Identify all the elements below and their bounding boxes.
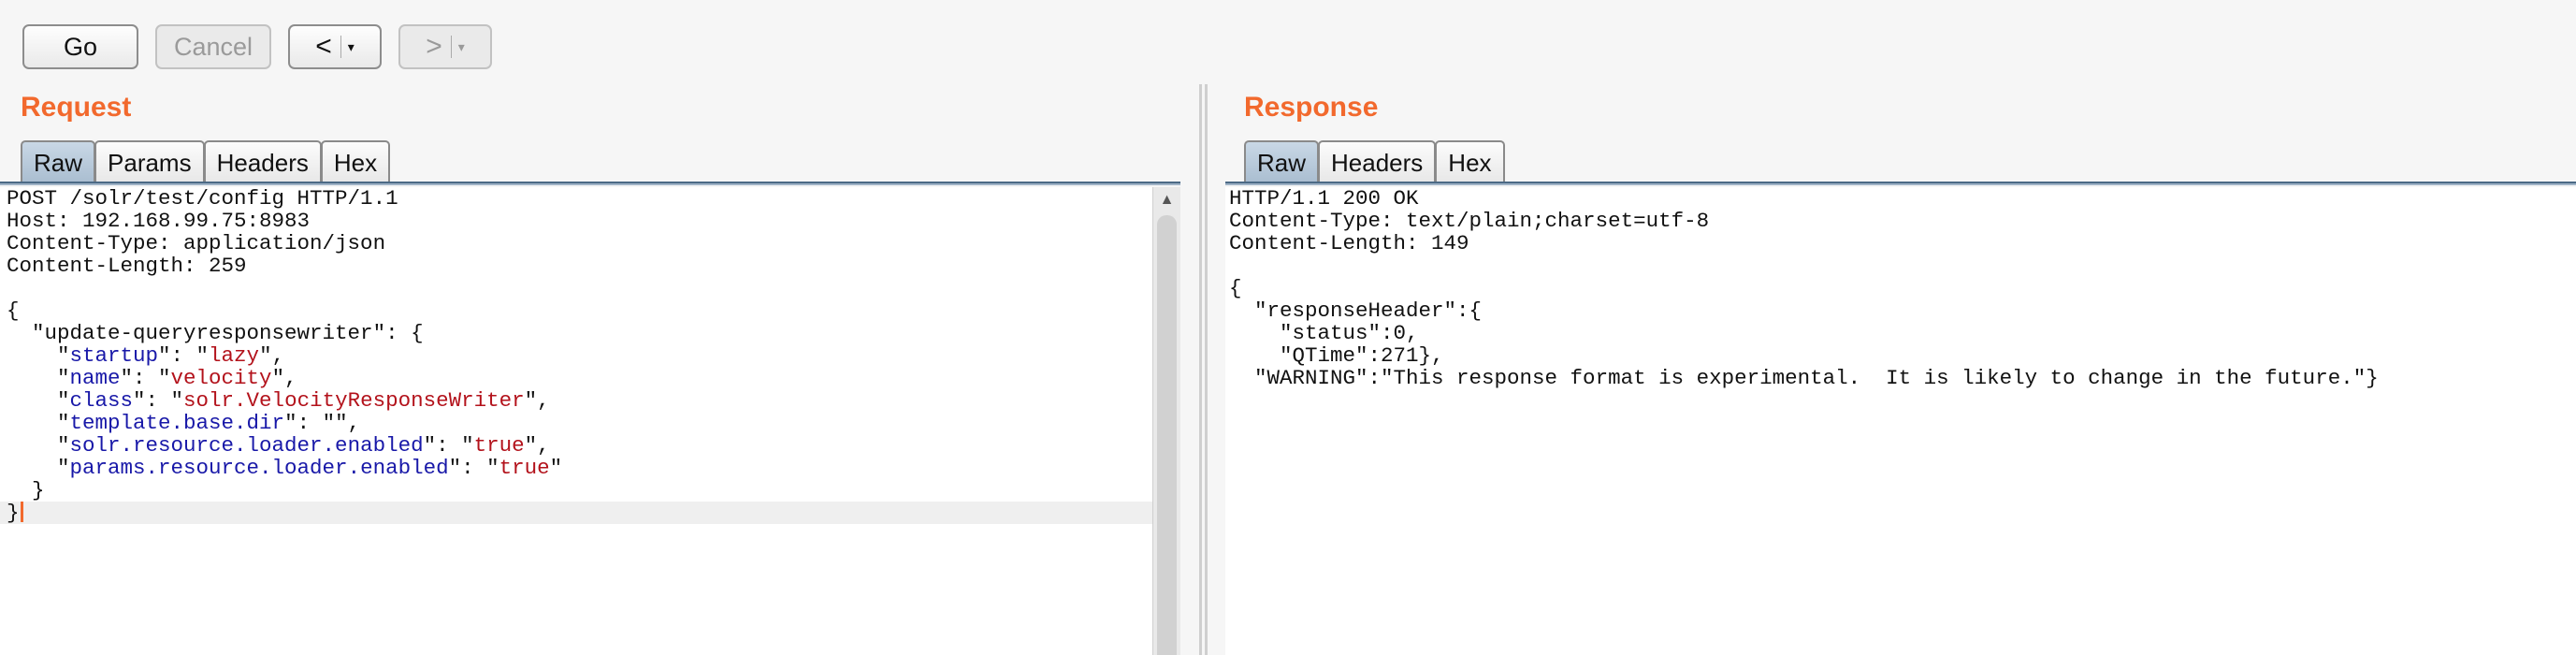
code-token: Content-Type: application/json	[7, 231, 386, 255]
response-pane: Response Raw Headers Hex HTTP/1.1 200 OK…	[1225, 84, 2576, 655]
code-token: ": "	[120, 366, 171, 390]
tab-request-headers[interactable]: Headers	[203, 140, 322, 183]
splitter-line	[1205, 84, 1208, 655]
history-back-button[interactable]: < ▾	[288, 24, 382, 69]
request-pane: Request Raw Params Headers Hex POST /sol…	[0, 84, 1180, 655]
code-token: true	[473, 433, 525, 458]
divider	[450, 36, 452, 58]
code-token: {	[7, 298, 20, 323]
request-tabs: Raw Params Headers Hex	[21, 140, 391, 183]
code-token: template.base.dir	[69, 411, 285, 435]
tab-request-raw[interactable]: Raw	[21, 140, 96, 183]
code-token: ": "	[423, 433, 474, 458]
code-token: "	[7, 366, 70, 390]
tab-request-hex[interactable]: Hex	[320, 140, 391, 183]
chevron-down-icon[interactable]: ▾	[348, 40, 355, 53]
code-token: solr.resource.loader.enabled	[69, 433, 424, 458]
chevron-right-icon: >	[426, 31, 442, 62]
code-token: Host: 192.168.99.75:8983	[7, 209, 311, 233]
code-token: lazy	[209, 343, 260, 368]
toolbar: Go Cancel < ▾ > ▾	[0, 0, 2576, 84]
request-scrollbar[interactable]: ▲	[1152, 187, 1180, 655]
code-token: ",	[259, 343, 285, 368]
code-token: name	[69, 366, 121, 390]
code-token: "	[7, 343, 70, 368]
request-line: "name": "velocity",	[0, 367, 1152, 389]
request-line: POST /solr/test/config HTTP/1.1	[0, 187, 1152, 210]
code-token: class	[69, 388, 134, 413]
request-line: Host: 192.168.99.75:8983	[0, 210, 1152, 232]
request-line: "params.resource.loader.enabled": "true"	[0, 457, 1152, 479]
request-line: }	[0, 479, 1152, 502]
code-token: "	[7, 411, 70, 435]
cancel-button[interactable]: Cancel	[155, 24, 271, 69]
code-token: velocity	[170, 366, 272, 390]
response-line: "QTime":271},	[1229, 343, 1444, 368]
response-line: "responseHeader":{	[1229, 298, 1483, 323]
response-line	[1225, 255, 2576, 277]
request-line	[0, 277, 1152, 299]
code-token: startup	[69, 343, 159, 368]
divider	[340, 36, 341, 58]
chevron-left-icon: <	[315, 31, 332, 62]
code-token: ",	[524, 433, 550, 458]
repeater-window: Go Cancel < ▾ > ▾ Request Raw Params Hea…	[0, 0, 2576, 655]
request-line: }	[0, 502, 1152, 524]
response-line: "WARNING":"This response format is exper…	[1229, 366, 2379, 390]
code-token: }	[7, 501, 20, 525]
code-token: ",	[524, 388, 550, 413]
request-line: Content-Length: 259	[0, 255, 1152, 277]
response-tabs: Raw Headers Hex	[1244, 140, 1505, 183]
code-token: Content-Length: 259	[7, 254, 247, 278]
request-editor[interactable]: POST /solr/test/config HTTP/1.1 Host: 192…	[0, 187, 1152, 655]
response-line: Content-Length: 149	[1229, 231, 1469, 255]
code-token: "	[7, 433, 70, 458]
splitter-line	[1199, 84, 1202, 655]
code-token: ": "	[133, 388, 184, 413]
request-line: "startup": "lazy",	[0, 344, 1152, 367]
chevron-down-icon[interactable]: ▾	[458, 40, 465, 53]
pane-splitter[interactable]	[1192, 84, 1214, 655]
response-line: "status":0,	[1229, 321, 1419, 345]
code-token: "update-queryresponsewriter": {	[7, 321, 424, 345]
tab-underline	[0, 182, 1180, 185]
tab-request-params[interactable]: Params	[94, 140, 205, 183]
request-title: Request	[21, 92, 132, 123]
go-button[interactable]: Go	[22, 24, 138, 69]
tab-response-hex[interactable]: Hex	[1435, 140, 1505, 183]
tab-response-raw[interactable]: Raw	[1244, 140, 1320, 183]
response-viewer[interactable]: HTTP/1.1 200 OK Content-Type: text/plain;…	[1225, 187, 2576, 655]
code-token: ": "",	[284, 411, 361, 435]
code-token: "	[7, 388, 70, 413]
text-cursor	[20, 502, 23, 522]
scrollbar-thumb[interactable]	[1157, 215, 1177, 655]
code-token: solr.VelocityResponseWriter	[183, 388, 525, 413]
code-token: true	[499, 456, 550, 480]
code-token: ": "	[448, 456, 499, 480]
request-line: {	[0, 299, 1152, 322]
scroll-up-arrow-icon[interactable]: ▲	[1153, 189, 1180, 211]
code-token: }	[7, 478, 45, 502]
request-line: "solr.resource.loader.enabled": "true",	[0, 434, 1152, 457]
response-title: Response	[1244, 92, 1379, 123]
response-line: Content-Type: text/plain;charset=utf-8	[1229, 209, 1710, 233]
request-line: "class": "solr.VelocityResponseWriter",	[0, 389, 1152, 412]
request-line: Content-Type: application/json	[0, 232, 1152, 255]
history-forward-button[interactable]: > ▾	[398, 24, 492, 69]
response-line: HTTP/1.1 200 OK	[1229, 187, 1419, 211]
tab-response-headers[interactable]: Headers	[1318, 140, 1437, 183]
code-token: ": "	[158, 343, 210, 368]
code-token: "	[549, 456, 563, 480]
request-line: "update-queryresponsewriter": {	[0, 322, 1152, 344]
code-token: ",	[271, 366, 297, 390]
code-token: POST /solr/test/config HTTP/1.1	[7, 187, 398, 211]
response-line: {	[1229, 276, 1242, 300]
tab-underline	[1225, 182, 2576, 185]
cancel-button-label: Cancel	[173, 32, 253, 61]
code-token: "	[7, 456, 70, 480]
code-token: params.resource.loader.enabled	[69, 456, 449, 480]
request-line: "template.base.dir": "",	[0, 412, 1152, 434]
go-button-label: Go	[63, 32, 98, 61]
